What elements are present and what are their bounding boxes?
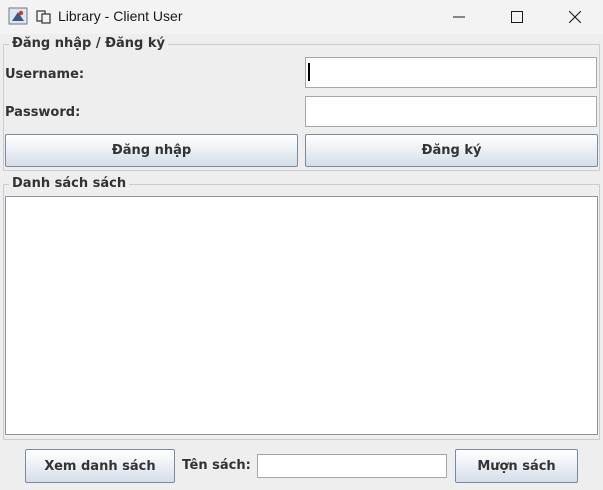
text-caret <box>308 63 310 81</box>
duplicate-windows-icon <box>36 9 52 24</box>
login-group-legend: Đăng nhập / Đăng ký <box>9 36 169 51</box>
app-window: Library - Client User Đăng nhập / Đăng k… <box>0 0 603 490</box>
minimize-icon <box>453 16 465 18</box>
username-label: Username: <box>5 67 85 82</box>
password-label: Password: <box>5 105 81 120</box>
book-list-legend: Danh sách sách <box>9 176 130 191</box>
minimize-button[interactable] <box>430 0 488 34</box>
maximize-icon <box>511 11 523 23</box>
book-title-input[interactable] <box>257 454 447 478</box>
java-app-icon <box>8 6 28 26</box>
book-list[interactable] <box>5 196 598 435</box>
borrow-button[interactable]: Mượn sách <box>455 449 578 483</box>
username-input[interactable] <box>305 57 597 88</box>
view-list-button[interactable]: Xem danh sách <box>25 449 175 483</box>
book-title-label: Tên sách: <box>182 458 251 473</box>
title-bar[interactable]: Library - Client User <box>0 0 603 34</box>
register-button[interactable]: Đăng ký <box>305 134 598 167</box>
window-title: Library - Client User <box>58 8 183 24</box>
login-button[interactable]: Đăng nhập <box>5 134 298 167</box>
password-input[interactable] <box>305 96 597 127</box>
maximize-button[interactable] <box>488 0 546 34</box>
close-icon <box>569 11 581 23</box>
close-button[interactable] <box>546 0 603 34</box>
